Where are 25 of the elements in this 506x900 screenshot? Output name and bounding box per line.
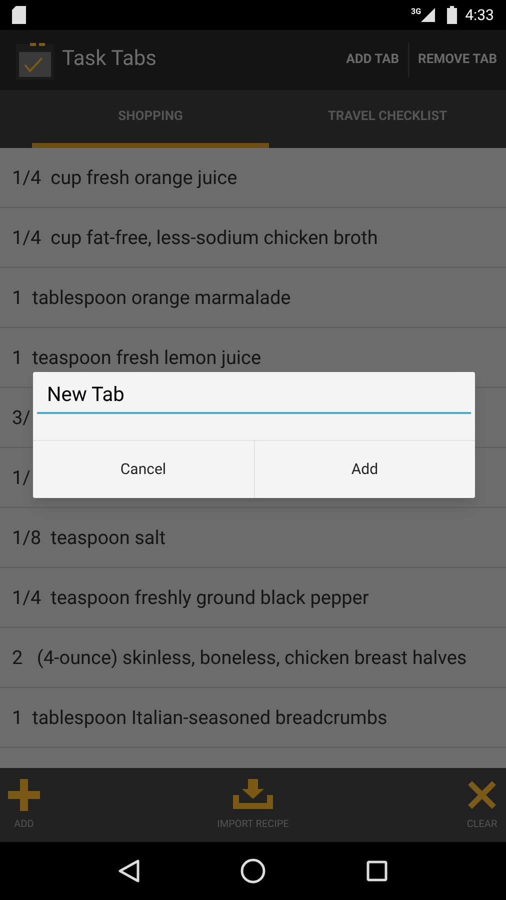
network-type: 3G xyxy=(411,6,422,18)
download-icon xyxy=(232,778,273,810)
list-item[interactable]: 1 tablespoon orange marmalade xyxy=(0,268,506,328)
app-logo-icon xyxy=(16,40,54,80)
recents-icon[interactable] xyxy=(366,860,388,882)
dialog-button[interactable]: Cancel xyxy=(33,441,254,498)
action-button[interactable]: ADD TAB xyxy=(337,50,408,70)
list-item[interactable]: 1/4 teaspoon freshly ground black pepper xyxy=(0,568,506,628)
close-icon xyxy=(466,778,498,810)
back-icon[interactable] xyxy=(118,859,140,883)
plus-icon xyxy=(8,778,40,810)
dialog-button[interactable]: Add xyxy=(254,441,475,498)
tab-name-field[interactable]: New Tab xyxy=(37,380,471,414)
action-button[interactable]: REMOVE TAB xyxy=(409,50,506,70)
list-item[interactable]: 1 tablespoon Italian-seasoned breadcrumbs xyxy=(0,688,506,748)
list-item[interactable]: 1/4 cup fat-free, less-sodium chicken broth xyxy=(0,208,506,268)
home-icon[interactable] xyxy=(240,858,266,884)
list-item[interactable]: 1/4 cup fresh orange juice xyxy=(0,148,506,208)
clock: 4:33 xyxy=(465,4,494,26)
list-item[interactable]: 1/8 teaspoon salt xyxy=(0,508,506,568)
battery-icon xyxy=(447,6,458,24)
signal-icon xyxy=(421,8,436,22)
app-title: Task Tabs xyxy=(62,46,156,74)
sd-card-icon xyxy=(12,6,26,24)
list-item[interactable]: 2 (4-ounce) skinless, boneless, chicken breast halves xyxy=(0,628,506,688)
